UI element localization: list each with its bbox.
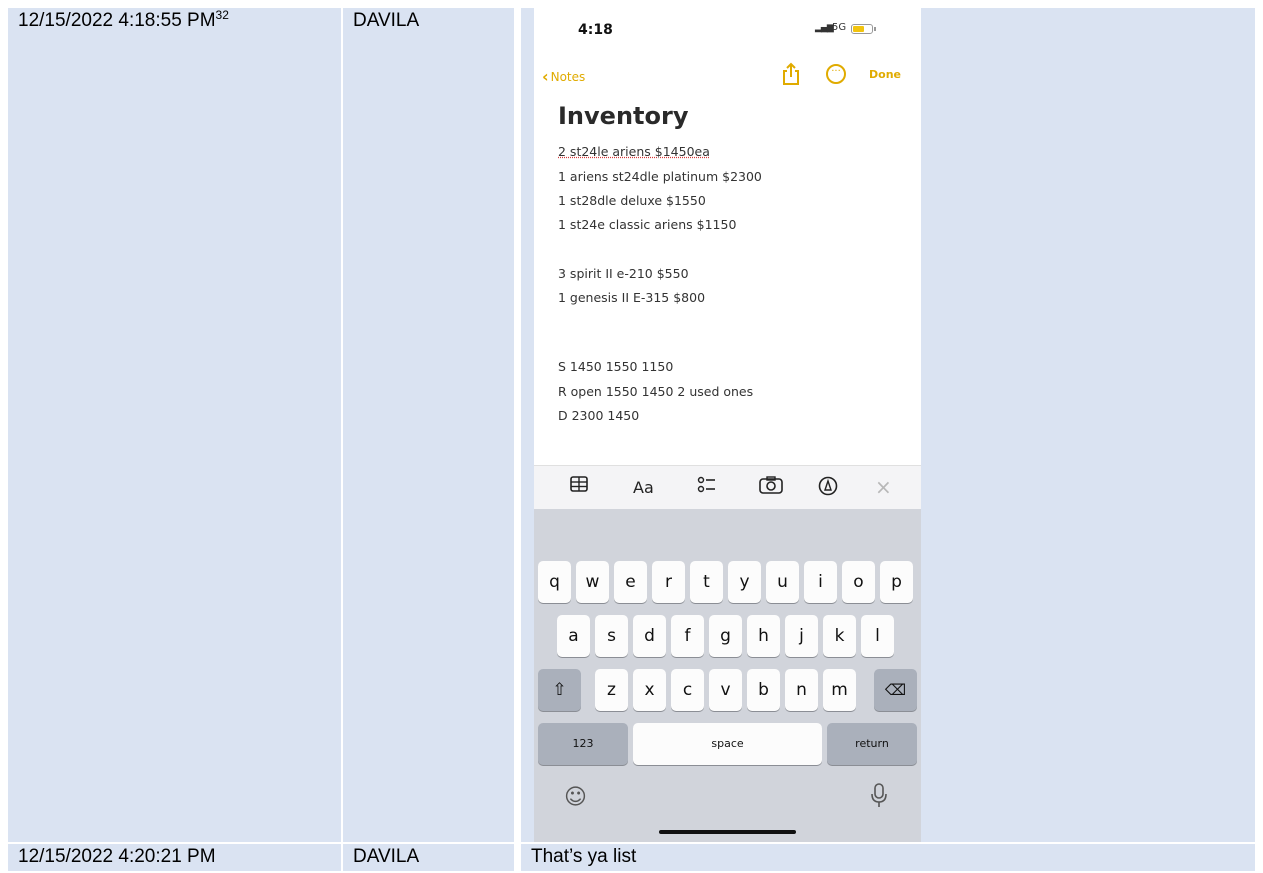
- footnote-marker: 32: [215, 8, 229, 22]
- key-b[interactable]: b: [747, 669, 780, 711]
- home-indicator: [659, 830, 796, 834]
- format-text-icon[interactable]: Aa: [633, 478, 654, 497]
- status-time: 4:18: [578, 22, 613, 38]
- note-line: 1 st28dle deluxe $1550: [558, 193, 706, 208]
- key-v[interactable]: v: [709, 669, 742, 711]
- key-w[interactable]: w: [576, 561, 609, 603]
- note-line: S 1450 1550 1150: [558, 359, 673, 374]
- status-bar: 4:18 ▂▄▆ 5G: [534, 8, 921, 52]
- keyboard: q w e r t y u i o p a s d f g h j k l ⇧ …: [534, 509, 921, 842]
- phone-screenshot: 4:18 ▂▄▆ 5G ‹ Notes ··· Done Inventory 2 …: [534, 8, 921, 842]
- timestamp-cell-1: [8, 8, 341, 842]
- close-icon[interactable]: ×: [875, 475, 892, 499]
- note-line-text: D 2300 1450: [558, 408, 640, 423]
- done-button[interactable]: Done: [869, 68, 901, 81]
- key-d[interactable]: d: [633, 615, 666, 657]
- note-line: 2 st24le ariens $1450ea: [558, 144, 710, 159]
- timestamp-value: 12/15/2022 4:18:55 PM: [18, 10, 216, 31]
- note-line-text: 3 spirit II e-210 $550: [558, 266, 689, 281]
- emoji-icon[interactable]: ☺: [564, 785, 587, 810]
- note-line: R open 1550 1450 2 used ones: [558, 384, 753, 399]
- note-line: D 2300 1450: [558, 408, 639, 423]
- key-k[interactable]: k: [823, 615, 856, 657]
- note-line-text: 1 genesis II E-315 $800: [558, 290, 706, 305]
- return-key[interactable]: return: [827, 723, 917, 765]
- key-g[interactable]: g: [709, 615, 742, 657]
- shift-icon: ⇧: [552, 680, 567, 700]
- key-s[interactable]: s: [595, 615, 628, 657]
- key-j[interactable]: j: [785, 615, 818, 657]
- key-e[interactable]: e: [614, 561, 647, 603]
- key-x[interactable]: x: [633, 669, 666, 711]
- back-button[interactable]: ‹ Notes: [542, 66, 586, 86]
- note-line-text: 1 st24e classic ariens $1150: [558, 217, 737, 232]
- space-key[interactable]: space: [633, 723, 822, 765]
- sender-text-1: DAVILA: [353, 10, 420, 31]
- key-n[interactable]: n: [785, 669, 818, 711]
- note-title: Inventory: [558, 102, 689, 130]
- checklist-icon[interactable]: [697, 475, 717, 500]
- key-a[interactable]: a: [557, 615, 590, 657]
- sender-cell-1: [343, 8, 514, 842]
- key-c[interactable]: c: [671, 669, 704, 711]
- note-line-text: R open 1550 1450 2 used ones: [558, 384, 754, 399]
- camera-icon[interactable]: [759, 476, 783, 499]
- key-p[interactable]: p: [880, 561, 913, 603]
- backspace-icon: ⌫: [884, 681, 907, 699]
- chevron-left-icon: ‹: [542, 67, 549, 86]
- key-l[interactable]: l: [861, 615, 894, 657]
- note-line-text: 1 ariens st24dle platinum $2300: [558, 169, 762, 184]
- timestamp-text-1: 12/15/2022 4:18:55 PM32: [18, 8, 229, 32]
- format-toolbar: Aa ×: [534, 465, 921, 510]
- key-q[interactable]: q: [538, 561, 571, 603]
- note-line: 3 spirit II e-210 $550: [558, 266, 689, 281]
- back-label: Notes: [550, 70, 586, 84]
- shift-key[interactable]: ⇧: [538, 669, 581, 711]
- delete-key[interactable]: ⌫: [874, 669, 917, 711]
- network-label: 5G: [832, 22, 847, 33]
- note-line: 1 ariens st24dle platinum $2300: [558, 169, 762, 184]
- signal-icon: ▂▄▆: [815, 23, 834, 33]
- key-r[interactable]: r: [652, 561, 685, 603]
- key-i[interactable]: i: [804, 561, 837, 603]
- note-line: 1 st24e classic ariens $1150: [558, 217, 736, 232]
- battery-icon: [851, 24, 876, 34]
- note-line-text: 1 st28dle deluxe $1550: [558, 193, 706, 208]
- key-t[interactable]: t: [690, 561, 723, 603]
- numbers-key[interactable]: 123: [538, 723, 628, 765]
- key-z[interactable]: z: [595, 669, 628, 711]
- key-m[interactable]: m: [823, 669, 856, 711]
- note-line: 1 genesis II E-315 $800: [558, 290, 705, 305]
- note-line-text: 2 st24le ariens $1450ea: [558, 144, 710, 159]
- note-line-text: S 1450 1550 1150: [558, 359, 674, 374]
- sender-text-2: DAVILA: [353, 846, 420, 867]
- more-options-icon[interactable]: ···: [826, 64, 846, 84]
- markup-icon[interactable]: [818, 476, 838, 501]
- message-text-2: That’s ya list: [531, 846, 637, 867]
- share-icon[interactable]: [781, 62, 801, 86]
- key-u[interactable]: u: [766, 561, 799, 603]
- key-f[interactable]: f: [671, 615, 704, 657]
- key-o[interactable]: o: [842, 561, 875, 603]
- timestamp-text-2: 12/15/2022 4:20:21 PM: [18, 846, 216, 867]
- table-icon[interactable]: [570, 476, 588, 497]
- microphone-icon[interactable]: [870, 783, 888, 815]
- notes-nav-bar: ‹ Notes ··· Done: [534, 58, 921, 92]
- key-y[interactable]: y: [728, 561, 761, 603]
- key-h[interactable]: h: [747, 615, 780, 657]
